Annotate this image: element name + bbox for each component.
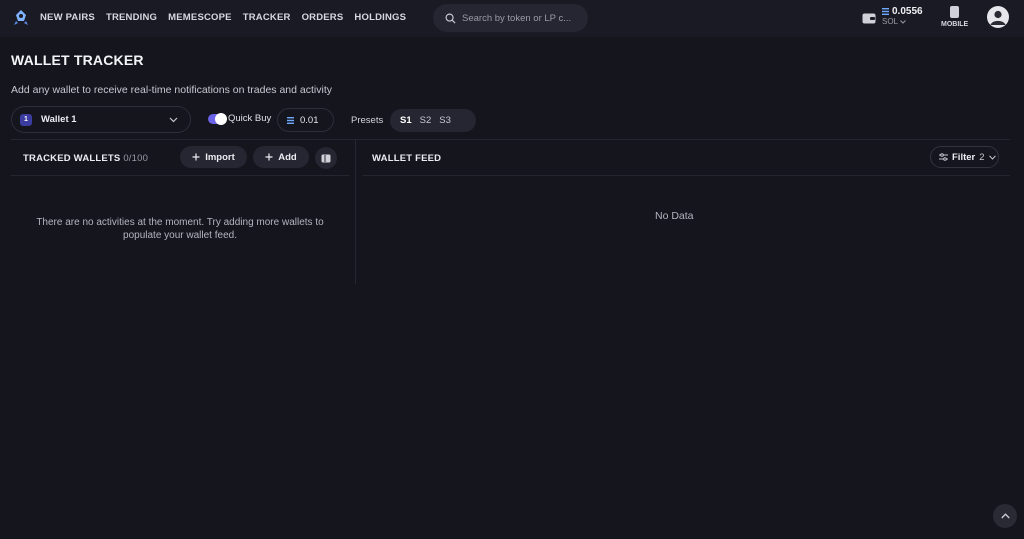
top-navbar: NEW PAIRS TRENDING MEMESCOPE TRACKER ORD… [0,0,1024,37]
feed-empty-message: No Data [655,210,694,222]
preset-s3[interactable]: S3 [439,115,451,126]
import-label: Import [205,151,235,163]
scroll-to-top-button[interactable] [993,504,1017,528]
divider-top [11,139,1010,140]
divider-left [11,175,349,176]
sol-icon [882,8,889,15]
wallet-balance[interactable]: 0.0556 SOL [862,6,923,26]
chevron-up-icon [1000,513,1010,519]
nav-orders[interactable]: ORDERS [302,12,344,23]
wallet-name: Wallet 1 [41,114,77,125]
presets-group: S1 S2 S3 [390,109,476,132]
filter-label: Filter [952,151,976,163]
quick-buy-toggle[interactable] [208,113,227,125]
balance-amount-row: 0.0556 [882,6,923,17]
chevron-down-icon [988,154,996,160]
mobile-button[interactable]: MOBILE [941,6,968,28]
tracked-wallets-count: 0/100 [123,153,149,164]
nav-memescope[interactable]: MEMESCOPE [168,12,232,23]
quick-buy-label: Quick Buy [228,113,272,124]
wallet-icon [862,13,876,24]
balance-column: 0.0556 SOL [882,6,923,26]
nav-new-pairs[interactable]: NEW PAIRS [40,12,95,23]
tracked-wallets-title: TRACKED WALLETS 0/100 [23,153,148,164]
chevron-down-icon [169,117,178,123]
page-subtitle: Add any wallet to receive real-time noti… [11,84,332,96]
divider-right [363,175,1010,176]
plus-icon [265,153,273,161]
currency-label: SOL [882,17,899,26]
presets-label: Presets [351,115,384,126]
wallet-number-badge: 1 [20,113,32,126]
chevron-down-icon [900,19,906,24]
preset-s1[interactable]: S1 [400,115,412,126]
layout-toggle-button[interactable] [315,147,337,169]
quick-buy-amount[interactable] [277,108,334,132]
add-wallet-button[interactable]: Add [253,146,309,168]
mobile-icon [950,6,960,18]
mobile-label: MOBILE [941,21,969,28]
search-icon [445,13,456,24]
sol-icon [287,116,294,124]
amount-input[interactable] [300,114,330,126]
currency-selector[interactable]: SOL [882,17,923,26]
plus-icon [192,153,200,161]
balance-amount: 0.0556 [892,6,923,17]
add-label: Add [278,151,297,163]
main-nav: NEW PAIRS TRENDING MEMESCOPE TRACKER ORD… [40,12,406,23]
nav-tracker[interactable]: TRACKER [243,12,291,23]
import-button[interactable]: Import [180,146,247,168]
columns-icon [321,154,331,162]
panel-divider [355,139,356,284]
tracked-empty-message: There are no activities at the moment. T… [36,217,324,241]
app-logo-icon[interactable] [12,9,30,27]
wallet-feed-title: WALLET FEED [372,153,442,164]
nav-holdings[interactable]: HOLDINGS [354,12,406,23]
preset-s2[interactable]: S2 [420,115,432,126]
sliders-icon [939,153,948,161]
search-bar[interactable] [433,4,588,32]
filter-button[interactable]: Filter 2 [930,146,999,168]
page-title: WALLET TRACKER [11,52,144,68]
nav-trending[interactable]: TRENDING [106,12,157,23]
filter-count: 2 [979,151,985,163]
tracked-wallets-label: TRACKED WALLETS [23,153,121,164]
search-input[interactable] [462,12,582,24]
user-avatar-icon[interactable] [987,6,1009,28]
wallet-selector[interactable]: 1 Wallet 1 [11,106,191,133]
